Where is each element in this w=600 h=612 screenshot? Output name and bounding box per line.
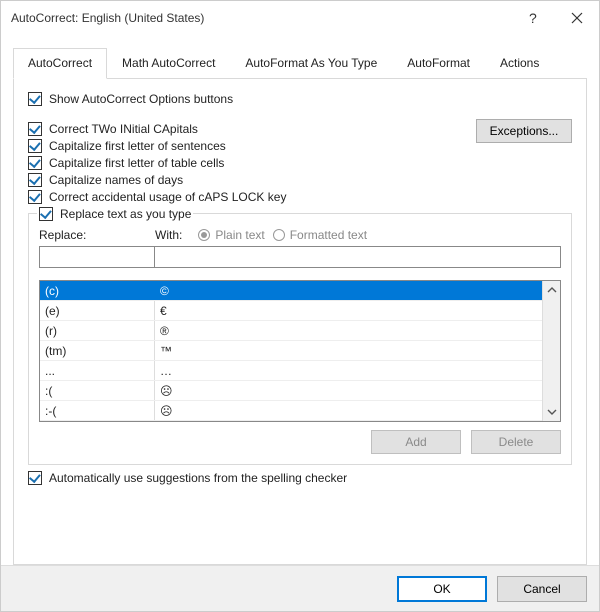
list-item[interactable]: (e)€	[40, 301, 542, 321]
list-item-to: ☹	[155, 401, 542, 420]
with-input[interactable]	[154, 246, 561, 268]
opt-caps-lock[interactable]: Correct accidental usage of cAPS LOCK ke…	[28, 190, 476, 204]
opt-label: Capitalize names of days	[49, 173, 183, 187]
checkbox-icon	[28, 471, 42, 485]
checkbox-icon	[28, 139, 42, 153]
checkbox-icon	[28, 173, 42, 187]
list-item-to: €	[155, 301, 542, 320]
autocorrect-dialog: AutoCorrect: English (United States) ? A…	[0, 0, 600, 612]
radio-formatted-label: Formatted text	[290, 228, 367, 242]
dialog-footer: OK Cancel	[1, 565, 599, 611]
opt-first-letter-table-cells[interactable]: Capitalize first letter of table cells	[28, 156, 476, 170]
titlebar: AutoCorrect: English (United States) ?	[1, 1, 599, 35]
dialog-title: AutoCorrect: English (United States)	[11, 11, 509, 25]
list-scrollbar[interactable]	[542, 281, 560, 421]
svg-text:?: ?	[529, 11, 537, 25]
radio-plain-text: Plain text	[190, 228, 264, 242]
replace-with-labels: Replace: With: Plain text Formatted text	[39, 228, 561, 242]
opt-show-buttons[interactable]: Show AutoCorrect Options buttons	[28, 92, 572, 106]
opt-label: Correct accidental usage of cAPS LOCK ke…	[49, 190, 286, 204]
checkbox-icon	[28, 190, 42, 204]
spellcheck-label: Automatically use suggestions from the s…	[49, 471, 347, 485]
close-button[interactable]	[554, 3, 599, 33]
checkbox-icon	[28, 92, 42, 106]
list-item[interactable]: (c)©	[40, 281, 542, 301]
radio-formatted-text: Formatted text	[265, 228, 367, 242]
list-item-from: (e)	[40, 301, 155, 320]
replace-group: Replace text as you type Replace: With: …	[28, 213, 572, 465]
replace-input[interactable]	[39, 246, 155, 268]
list-item-from: (c)	[40, 281, 155, 300]
opt-label: Capitalize first letter of sentences	[49, 139, 226, 153]
cancel-button[interactable]: Cancel	[497, 576, 587, 602]
opt-two-initial-capitals[interactable]: Correct TWo INitial CApitals	[28, 122, 476, 136]
with-label: With:	[155, 228, 182, 242]
list-item[interactable]: :(☹	[40, 381, 542, 401]
tab-autoformat-typing[interactable]: AutoFormat As You Type	[230, 48, 392, 79]
tab-math-autocorrect[interactable]: Math AutoCorrect	[107, 48, 230, 79]
list-item-to: …	[155, 361, 542, 380]
radio-icon	[198, 229, 210, 241]
scroll-down-icon[interactable]	[543, 403, 560, 421]
opt-capitalize-days[interactable]: Capitalize names of days	[28, 173, 476, 187]
list-item[interactable]: :-(☹	[40, 401, 542, 421]
list-item-to: ☹	[155, 381, 542, 400]
opt-spellcheck-suggestions[interactable]: Automatically use suggestions from the s…	[28, 471, 572, 485]
radio-plain-label: Plain text	[215, 228, 264, 242]
list-item-from: :-(	[40, 401, 155, 420]
tab-autocorrect[interactable]: AutoCorrect	[13, 48, 107, 79]
opt-show-buttons-label: Show AutoCorrect Options buttons	[49, 92, 233, 106]
content-area: AutoCorrect Math AutoCorrect AutoFormat …	[1, 35, 599, 565]
replacement-list-body[interactable]: (c)©(e)€(r)®(tm)™...…:(☹:-(☹	[40, 281, 542, 421]
checkbox-icon	[28, 122, 42, 136]
list-item-from: :(	[40, 381, 155, 400]
replace-legend-label: Replace text as you type	[60, 207, 191, 221]
list-item-from: (tm)	[40, 341, 155, 360]
close-icon	[571, 12, 583, 24]
opt-first-letter-sentences[interactable]: Capitalize first letter of sentences	[28, 139, 476, 153]
checkbox-icon	[28, 156, 42, 170]
replace-input-row	[39, 246, 561, 268]
tab-panel: Show AutoCorrect Options buttons Correct…	[13, 79, 587, 565]
list-item-from: ...	[40, 361, 155, 380]
correction-options: Correct TWo INitial CApitals Capitalize …	[28, 119, 476, 207]
delete-button[interactable]: Delete	[471, 430, 561, 454]
list-actions: Add Delete	[39, 430, 561, 454]
help-button[interactable]: ?	[509, 3, 554, 33]
list-item[interactable]: (tm)™	[40, 341, 542, 361]
ok-button[interactable]: OK	[397, 576, 487, 602]
list-item-to: ®	[155, 321, 542, 340]
replacement-list: (c)©(e)€(r)®(tm)™...…:(☹:-(☹	[39, 280, 561, 422]
replace-label: Replace:	[39, 228, 155, 242]
exceptions-button[interactable]: Exceptions...	[476, 119, 572, 143]
list-item-from: (r)	[40, 321, 155, 340]
opt-replace-as-you-type[interactable]: Replace text as you type	[37, 207, 193, 221]
list-item[interactable]: ...…	[40, 361, 542, 381]
radio-icon	[273, 229, 285, 241]
tab-actions[interactable]: Actions	[485, 48, 554, 79]
list-item-to: ©	[155, 281, 542, 300]
list-item-to: ™	[155, 341, 542, 360]
checkbox-icon	[39, 207, 53, 221]
opt-label: Correct TWo INitial CApitals	[49, 122, 198, 136]
add-button[interactable]: Add	[371, 430, 461, 454]
tab-strip: AutoCorrect Math AutoCorrect AutoFormat …	[13, 47, 587, 79]
correction-options-row: Correct TWo INitial CApitals Capitalize …	[28, 119, 572, 207]
list-item[interactable]: (r)®	[40, 321, 542, 341]
tab-autoformat[interactable]: AutoFormat	[392, 48, 485, 79]
opt-label: Capitalize first letter of table cells	[49, 156, 224, 170]
scroll-up-icon[interactable]	[543, 281, 560, 299]
